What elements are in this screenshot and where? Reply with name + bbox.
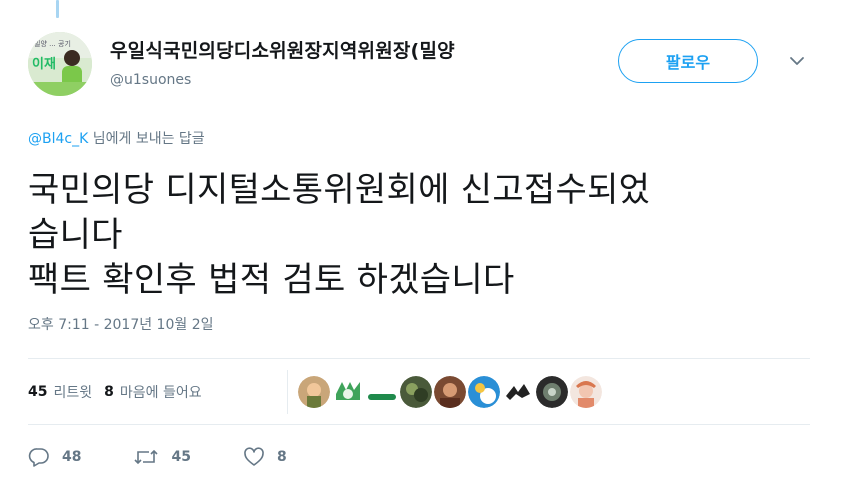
thread-connector-line (56, 0, 59, 18)
tweet-actions: 48 45 8 (28, 442, 339, 472)
divider-bottom (28, 424, 810, 425)
retweet-button[interactable]: 45 (133, 447, 191, 467)
reply-context: @Bl4c_K 님에게 보내는 답글 (28, 128, 205, 148)
tweet-text: 국민의당 디지털소통위원회에 신고접수되었 습니다 팩트 확인후 법적 검토 하… (28, 170, 651, 300)
like-count: 8 (276, 449, 287, 465)
reply-context-label: 님에게 보내는 답글 (92, 131, 205, 147)
reply-count: 48 (62, 449, 82, 465)
reply-button[interactable]: 48 (28, 447, 81, 467)
author-display-name[interactable]: 우일식국민의당디소위원장지역위원장(밀양 (110, 36, 455, 63)
heart-icon (244, 447, 264, 466)
liker-avatar[interactable] (400, 376, 432, 408)
tweet-timestamp[interactable]: 오후 7:11 - 2017년 10월 2일 (28, 314, 214, 334)
retweet-icon (134, 449, 159, 465)
liker-avatar[interactable] (332, 376, 364, 408)
retweet-count: 45 (171, 449, 191, 465)
liker-avatar[interactable] (536, 376, 568, 408)
follow-button[interactable]: 팔로우 (618, 39, 758, 83)
liker-avatar[interactable] (434, 376, 466, 408)
reply-mention-link[interactable]: @Bl4c_K (28, 131, 88, 147)
like-button[interactable]: 8 (243, 447, 287, 467)
liker-avatar[interactable] (570, 376, 602, 408)
liker-avatar[interactable] (366, 376, 398, 408)
reply-icon (28, 448, 49, 467)
svg-text:밀양 ... 공기: 밀양 ... 공기 (34, 39, 71, 48)
likes-label[interactable]: 마음에 들어요 (120, 382, 202, 402)
retweets-count[interactable]: 45 (28, 384, 47, 400)
tweet-header: 밀양 ... 공기 이재 우일식국민의당디소위원장지역위원장(밀양 @u1suo… (28, 32, 828, 102)
svg-text:이재: 이재 (32, 56, 56, 72)
author-handle[interactable]: @u1suones (110, 72, 191, 88)
likes-count[interactable]: 8 (104, 384, 114, 400)
stats-separator (287, 370, 288, 414)
liker-avatars (298, 375, 604, 409)
liker-avatar[interactable] (468, 376, 500, 408)
tweet-stats: 45 리트윗 8 마음에 들어요 (28, 376, 202, 408)
liker-avatar[interactable] (502, 376, 534, 408)
retweets-label[interactable]: 리트윗 (53, 382, 92, 402)
author-avatar[interactable]: 밀양 ... 공기 이재 (28, 32, 92, 96)
divider-top (28, 358, 810, 359)
liker-avatar[interactable] (298, 376, 330, 408)
chevron-down-icon[interactable] (786, 50, 808, 72)
